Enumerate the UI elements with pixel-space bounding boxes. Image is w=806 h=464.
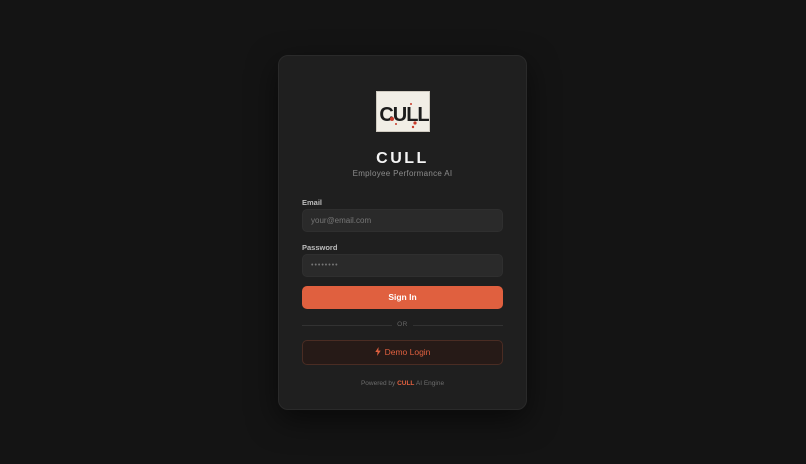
email-label: Email (302, 198, 323, 207)
or-divider: OR (302, 320, 503, 330)
app-subtitle: Employee Performance AI (352, 169, 453, 178)
brand-logo: CULL (376, 91, 430, 132)
email-field[interactable]: your@email.com (302, 209, 503, 232)
demo-login-label: Demo Login (384, 347, 431, 357)
lightning-icon (374, 347, 381, 356)
logo-text: CULL (379, 104, 429, 126)
password-field[interactable]: •••••••• (302, 254, 503, 277)
login-card: CULL CULL Employee Performance AI Email … (278, 55, 527, 410)
powered-suffix: AI Engine (415, 380, 445, 387)
logo-art: CULL (377, 92, 429, 131)
app-title: CULL (376, 150, 429, 167)
divider-line-right (413, 325, 503, 326)
demo-login-button[interactable]: Demo Login (302, 340, 503, 365)
powered-brand: CULL (397, 380, 415, 387)
sign-in-button[interactable]: Sign In (302, 286, 503, 309)
powered-prefix: Powered by (360, 380, 396, 387)
password-label: Password (302, 243, 338, 252)
powered-by: Powered by CULL AI Engine (279, 380, 526, 387)
